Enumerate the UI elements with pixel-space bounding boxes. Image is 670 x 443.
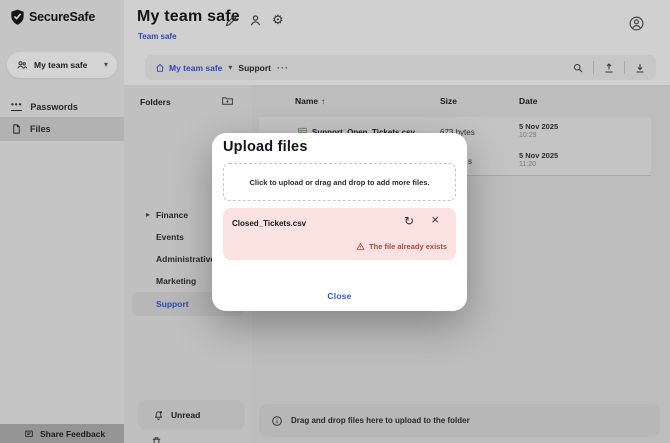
warning-icon — [356, 242, 365, 251]
upload-error-card: Closed_Tickets.csv ↻ × The file already … — [223, 208, 456, 260]
upload-files-dialog: Upload files Click to upload or drag and… — [212, 133, 467, 311]
dialog-close-button[interactable]: Close — [212, 291, 467, 301]
retry-upload-button[interactable]: ↻ — [404, 215, 414, 227]
upload-error-message: The file already exists — [356, 242, 447, 251]
securesafe-app: My team safe ⚙ Team safe My team safe ▾ … — [0, 0, 670, 443]
close-x-icon: × — [431, 212, 439, 227]
retry-icon: ↻ — [403, 214, 414, 228]
remove-upload-button[interactable]: × — [431, 213, 439, 226]
dialog-title: Upload files — [223, 139, 308, 155]
upload-dropzone[interactable]: Click to upload or drag and drop to add … — [223, 163, 456, 201]
upload-filename: Closed_Tickets.csv — [232, 219, 307, 228]
dropzone-text: Click to upload or drag and drop to add … — [249, 177, 430, 187]
